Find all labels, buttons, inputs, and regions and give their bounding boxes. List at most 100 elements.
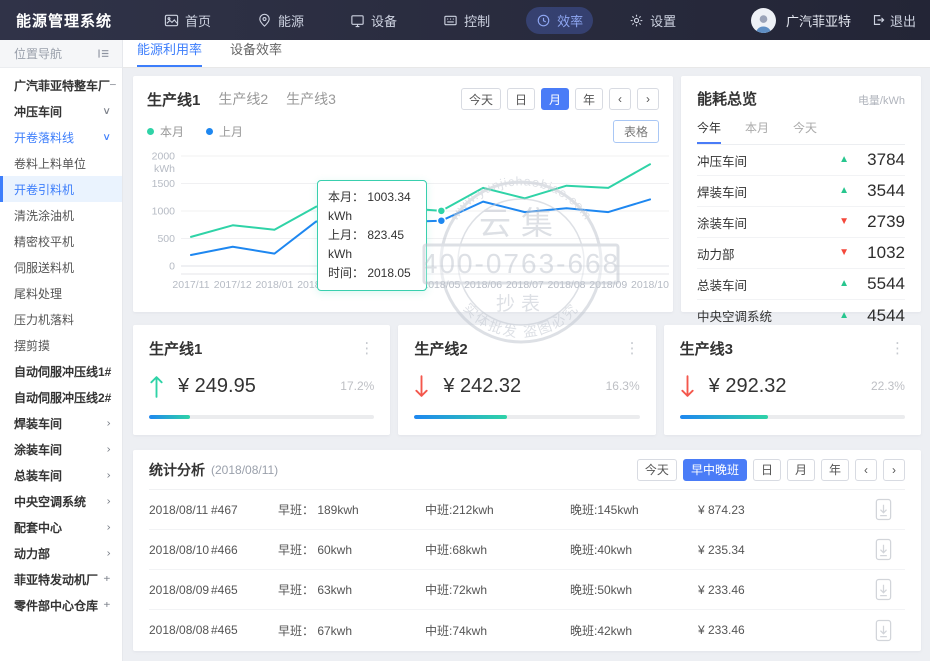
sidebar-item[interactable]: 零件部中心仓库 +: [0, 592, 122, 618]
download-button[interactable]: [874, 498, 893, 521]
trend-arrow-icon: [680, 373, 695, 400]
sidebar-item[interactable]: 摆剪摸: [0, 332, 122, 358]
stat-range-button[interactable]: ›: [883, 459, 905, 481]
card-percent: 16.3%: [606, 379, 640, 393]
nav-item-control[interactable]: 控制: [433, 7, 500, 34]
download-button[interactable]: [874, 578, 893, 601]
download-button[interactable]: [874, 619, 893, 642]
logout-button[interactable]: 退出: [871, 11, 916, 30]
nav-item-device[interactable]: 设备: [340, 7, 407, 34]
top-tabs: 能源利用率 设备效率: [123, 40, 930, 68]
range-button[interactable]: ›: [637, 88, 659, 110]
range-button[interactable]: 日: [507, 88, 535, 110]
sidebar-item[interactable]: 菲亚特发动机厂 +: [0, 566, 122, 592]
stat-range-button[interactable]: 日: [753, 459, 781, 481]
svg-text:500: 500: [157, 233, 175, 245]
sidebar-item[interactable]: 压力机落料: [0, 306, 122, 332]
table-row: 2018/08/10 #466 早班： 60kwh 中班:68kwh 晚班:40…: [149, 530, 905, 570]
download-file-icon: [874, 619, 893, 642]
overview-tabs: 今年本月今天: [697, 119, 905, 145]
card-title: 生产线1: [149, 338, 202, 359]
overview-tab[interactable]: 今年: [697, 119, 721, 144]
caret-icon: ›: [106, 548, 110, 559]
chart-line-tab[interactable]: 生产线1: [147, 89, 200, 110]
sidebar-item[interactable]: 涂装车间 ›: [0, 436, 122, 462]
sidebar-item[interactable]: 伺服送料机: [0, 254, 122, 280]
caret-icon: −: [109, 80, 116, 91]
collapse-menu-icon[interactable]: [97, 47, 110, 60]
overview-tab[interactable]: 本月: [745, 119, 769, 144]
gear-icon: [629, 13, 644, 28]
sidebar-item[interactable]: 清洗涂油机: [0, 202, 122, 228]
stat-range-button[interactable]: 早中晚班: [683, 459, 747, 481]
person-icon: [753, 12, 774, 33]
stat-range-button[interactable]: 年: [821, 459, 849, 481]
table-row: 2018/08/09 #465 早班： 63kwh 中班:72kwh 晚班:50…: [149, 570, 905, 610]
sidebar-item[interactable]: 卷料上料单位: [0, 150, 122, 176]
sidebar-item[interactable]: 焊装车间 ›: [0, 410, 122, 436]
chart-line-tab[interactable]: 生产线2: [218, 89, 268, 109]
card-percent: 22.3%: [871, 379, 905, 393]
progress-bar: [149, 415, 374, 419]
statistics-date: (2018/08/11): [211, 463, 278, 477]
sidebar-item[interactable]: 精密校平机: [0, 228, 122, 254]
svg-text:0: 0: [169, 261, 175, 273]
table-view-button[interactable]: 表格: [613, 120, 659, 143]
overview-tab[interactable]: 今天: [793, 119, 817, 144]
more-menu-icon[interactable]: ⋮: [359, 341, 374, 356]
more-menu-icon[interactable]: ⋮: [890, 341, 905, 356]
content: 生产线1生产线2生产线3 今天日月年‹› 本月 上月 表格: [123, 68, 930, 651]
production-line-card: 生产线3 ⋮ ¥ 292.32 22.3%: [664, 325, 921, 435]
chart-line-tab[interactable]: 生产线3: [286, 89, 336, 109]
table-row: 2018/08/08 #465 早班： 67kwh 中班:74kwh 晚班:42…: [149, 610, 905, 650]
sidebar-item[interactable]: 广汽菲亚特整车厂 −: [0, 72, 122, 98]
range-button[interactable]: ‹: [609, 88, 631, 110]
caret-icon: ›: [106, 496, 110, 507]
sidebar-item[interactable]: 开卷落料线 ∨: [0, 124, 122, 150]
stat-range-button[interactable]: 月: [787, 459, 815, 481]
svg-text:2017/11: 2017/11: [172, 279, 209, 291]
sidebar-item[interactable]: 动力部 ›: [0, 540, 122, 566]
sidebar-item[interactable]: 开卷引料机: [0, 176, 122, 202]
download-button[interactable]: [874, 538, 893, 561]
stat-range-button[interactable]: 今天: [637, 459, 677, 481]
more-menu-icon[interactable]: ⋮: [625, 341, 640, 356]
cell-middle-shift: 中班:68kwh: [425, 541, 570, 558]
sidebar-item[interactable]: 尾料处理: [0, 280, 122, 306]
tab-energy-utilization[interactable]: 能源利用率: [137, 39, 202, 67]
legend-dot-last-month: [206, 128, 213, 135]
cell-number: #466: [211, 543, 278, 557]
cell-amount: ¥ 235.34: [698, 543, 858, 557]
nav-item-settings[interactable]: 设置: [619, 7, 686, 34]
range-button[interactable]: 月: [541, 88, 569, 110]
production-line-card: 生产线1 ⋮ ¥ 249.95 17.2%: [133, 325, 390, 435]
cell-middle-shift: 中班:72kwh: [425, 581, 570, 598]
progress-bar: [680, 415, 905, 419]
progress-bar: [414, 415, 639, 419]
caret-icon: ∨: [102, 106, 111, 117]
sidebar-item[interactable]: 总装车间 ›: [0, 462, 122, 488]
tab-device-efficiency[interactable]: 设备效率: [230, 39, 282, 67]
user-avatar[interactable]: [751, 8, 776, 33]
sidebar-item[interactable]: 自动伺服冲压线1#: [0, 358, 122, 384]
control-panel-icon: [443, 13, 458, 28]
nav-item-efficiency[interactable]: 效率: [526, 7, 593, 34]
nav-item-home[interactable]: 首页: [154, 7, 221, 34]
username-label[interactable]: 广汽菲亚特: [786, 11, 851, 30]
card-title: 生产线3: [680, 338, 733, 359]
caret-icon: ›: [106, 470, 110, 481]
cell-number: #465: [211, 583, 278, 597]
range-button[interactable]: 年: [575, 88, 603, 110]
sidebar-item[interactable]: 中央空调系统 ›: [0, 488, 122, 514]
overview-unit: 电量/kWh: [858, 92, 905, 108]
sidebar-item[interactable]: 冲压车间 ∨: [0, 98, 122, 124]
cell-date: 2018/08/09: [149, 583, 211, 597]
range-button[interactable]: 今天: [461, 88, 501, 110]
cell-middle-shift: 中班:212kwh: [425, 501, 570, 518]
card-amount: ¥ 242.32: [443, 375, 521, 398]
nav-item-energy[interactable]: 能源: [247, 7, 314, 34]
stat-range-button[interactable]: ‹: [855, 459, 877, 481]
sidebar-item[interactable]: 自动伺服冲压线2#: [0, 384, 122, 410]
sidebar-item[interactable]: 配套中心 ›: [0, 514, 122, 540]
trend-arrow-icon: [414, 373, 429, 400]
